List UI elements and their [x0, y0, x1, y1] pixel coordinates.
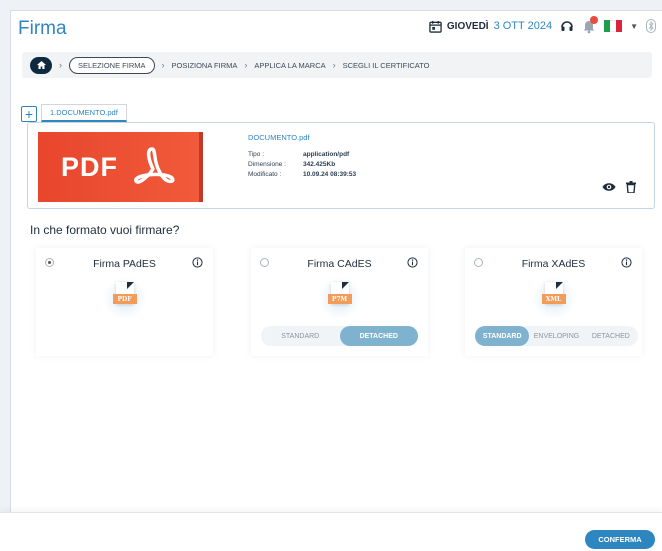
format-title-pades: Firma PAdES	[93, 258, 156, 270]
chevron-right-icon: ›	[59, 60, 62, 70]
eye-icon[interactable]	[602, 182, 616, 192]
xades-option-enveloping[interactable]: ENVELOPING	[529, 326, 583, 346]
home-button[interactable]	[30, 56, 52, 74]
chevron-down-icon[interactable]: ▼	[630, 22, 638, 31]
format-card-xades[interactable]: Firma XAdES XML STANDARD ENVELOPING DETA…	[465, 248, 642, 356]
format-title-cades: Firma CAdES	[307, 258, 372, 270]
support-headset-icon[interactable]	[560, 19, 574, 33]
info-icon[interactable]	[192, 257, 203, 268]
meta-row-size: Dimensione : 342.425Kb	[248, 161, 336, 168]
file-pdf-icon: PDF	[102, 276, 147, 320]
page-title: Firma	[18, 18, 67, 39]
chevron-right-icon: ›	[161, 60, 165, 70]
file-xml-icon: XML	[531, 276, 576, 320]
home-icon	[36, 61, 46, 69]
cades-option-detached[interactable]: DETACHED	[339, 326, 418, 346]
format-question: In che formato vuoi firmare?	[30, 223, 180, 237]
date-value: 3 OTT 2024	[493, 20, 553, 32]
info-icon[interactable]	[407, 257, 418, 268]
xades-option-detached[interactable]: DETACHED	[584, 326, 638, 346]
pdf-preview: PDF	[38, 132, 203, 202]
meta-row-type: Tipo : application/pdf	[248, 151, 350, 158]
breadcrumb-step-applica-marca[interactable]: APPLICA LA MARCA	[254, 61, 325, 70]
document-card: PDF DOCUMENTO.pdf Tipo : application/pdf…	[27, 122, 655, 209]
info-icon[interactable]	[621, 257, 632, 268]
format-title-xades: Firma XAdES	[521, 258, 586, 270]
trash-icon[interactable]	[626, 181, 636, 193]
chevron-right-icon: ›	[244, 60, 248, 70]
breadcrumb-step-scegli-certificato[interactable]: SCEGLI IL CERTIFICATO	[343, 61, 430, 70]
date-day: GIOVEDÌ	[446, 20, 489, 32]
cades-mode-toggle: STANDARD DETACHED	[261, 326, 418, 346]
breadcrumb-step-selezione-firma[interactable]: SELEZIONE FIRMA	[69, 56, 155, 74]
header-tools: GIOVEDÌ 3 OTT 2024 ▼	[429, 16, 656, 34]
document-tabs: + 1.DOCUMENTO.pdf	[21, 104, 127, 122]
calendar-icon	[429, 20, 442, 33]
xades-mode-toggle: STANDARD ENVELOPING DETACHED	[475, 326, 638, 346]
format-card-pades[interactable]: Firma PAdES PDF	[36, 248, 213, 356]
date-display: GIOVEDÌ 3 OTT 2024	[429, 20, 552, 33]
meta-row-modified: Modificato : 10.09.24 08:39:53	[248, 171, 357, 178]
confirm-button[interactable]: CONFERMA	[585, 530, 655, 549]
bluetooth-icon[interactable]	[646, 19, 656, 33]
footer-bar: CONFERMA	[0, 512, 662, 551]
xades-option-standard[interactable]: STANDARD	[475, 326, 530, 346]
notification-badge	[590, 16, 599, 24]
add-document-button[interactable]: +	[21, 106, 37, 122]
notifications-button[interactable]	[582, 16, 599, 34]
adobe-acrobat-icon	[134, 147, 175, 184]
tab-document[interactable]: 1.DOCUMENTO.pdf	[41, 104, 127, 122]
language-flag-icon[interactable]	[604, 20, 623, 32]
document-actions	[602, 181, 636, 193]
document-name: DOCUMENTO.pdf	[248, 133, 310, 142]
chevron-right-icon: ›	[332, 60, 336, 70]
breadcrumb-step-posiziona-firma[interactable]: POSIZIONA FIRMA	[172, 61, 238, 70]
format-card-cades[interactable]: Firma CAdES P7M STANDARD DETACHED	[251, 248, 428, 356]
breadcrumb: › SELEZIONE FIRMA › POSIZIONA FIRMA › AP…	[22, 52, 652, 78]
pdf-banner-text: PDF	[61, 151, 118, 182]
document-meta: Tipo : application/pdf Dimensione : 342.…	[248, 151, 356, 181]
cades-option-standard[interactable]: STANDARD	[261, 326, 340, 346]
file-p7m-icon: P7M	[317, 276, 362, 320]
